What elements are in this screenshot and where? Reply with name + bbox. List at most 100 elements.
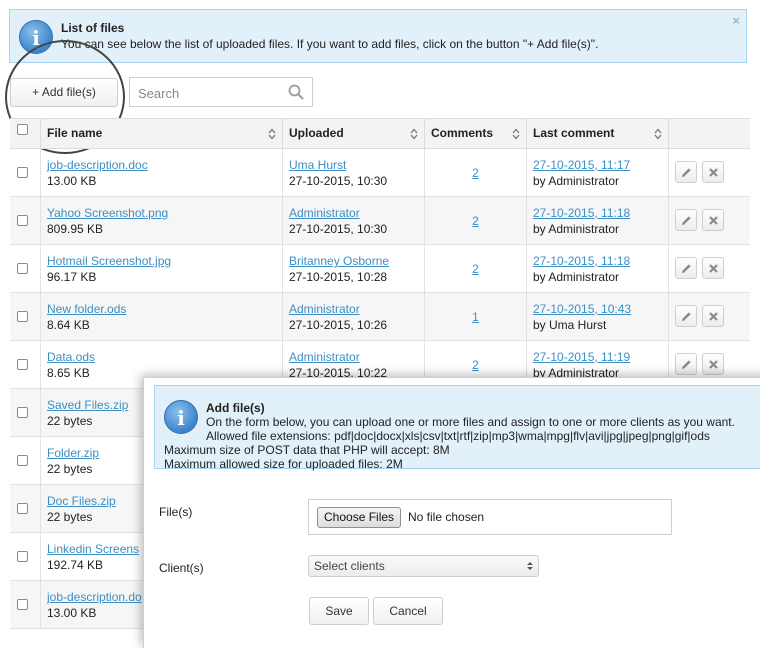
upload-date: 27-10-2015, 10:28	[289, 270, 388, 284]
column-header-actions	[669, 119, 750, 148]
uploaded-cell: Britanney Osborne 27-10-2015, 10:28	[283, 245, 425, 292]
row-checkbox[interactable]	[17, 359, 28, 370]
column-header-uploaded[interactable]: Uploaded	[283, 119, 425, 148]
row-checkbox[interactable]	[17, 215, 28, 226]
file-size: 22 bytes	[47, 510, 93, 524]
modal-info-line: Maximum size of POST data that PHP will …	[164, 443, 450, 457]
edit-button[interactable]	[675, 305, 697, 327]
uploader-link[interactable]: Britanney Osborne	[289, 254, 389, 268]
delete-button[interactable]	[702, 257, 724, 279]
row-checkbox[interactable]	[17, 551, 28, 562]
comments-count-link[interactable]: 1	[425, 310, 526, 324]
row-checkbox[interactable]	[17, 407, 28, 418]
last-comment-author: by Administrator	[533, 270, 620, 284]
file-size: 809.95 KB	[47, 222, 104, 236]
comments-cell: 2	[425, 149, 527, 196]
row-checkbox[interactable]	[17, 167, 28, 178]
pencil-icon	[682, 360, 691, 369]
clients-select[interactable]: Select clients	[308, 555, 539, 577]
column-label: File name	[47, 126, 103, 140]
save-button[interactable]: Save	[309, 597, 369, 625]
delete-x-icon	[709, 168, 718, 177]
upload-date: 27-10-2015, 10:30	[289, 174, 388, 188]
file-input[interactable]: Choose Files No file chosen	[308, 499, 672, 535]
no-file-text: No file chosen	[408, 510, 485, 524]
row-checkbox[interactable]	[17, 311, 28, 322]
info-banner: i List of files You can see below the li…	[9, 9, 747, 63]
column-label: Uploaded	[289, 126, 344, 140]
row-checkbox[interactable]	[17, 503, 28, 514]
last-comment-date-link[interactable]: 27-10-2015, 10:43	[533, 302, 631, 316]
file-name-link[interactable]: Folder.zip	[47, 446, 99, 460]
table-row: Hotmail Screenshot.jpg 96.17 KB Britanney …	[10, 245, 750, 293]
file-name-link[interactable]: Saved Files.zip	[47, 398, 128, 412]
file-name-link[interactable]: Linkedin Screens	[47, 542, 139, 556]
file-size: 8.65 KB	[47, 366, 90, 380]
file-name-link[interactable]: New folder.ods	[47, 302, 126, 316]
select-arrows-icon	[527, 562, 533, 570]
last-comment-cell: 27-10-2015, 11:18 by Administrator	[527, 197, 669, 244]
clients-label: Client(s)	[159, 561, 204, 575]
column-header-comments[interactable]: Comments	[425, 119, 527, 148]
edit-button[interactable]	[675, 353, 697, 375]
banner-title: List of files	[61, 21, 125, 35]
edit-button[interactable]	[675, 209, 697, 231]
info-icon: i	[19, 20, 53, 54]
file-name-link[interactable]: Doc Files.zip	[47, 494, 116, 508]
comments-cell: 2	[425, 197, 527, 244]
comments-count-link[interactable]: 2	[425, 262, 526, 276]
row-checkbox[interactable]	[17, 263, 28, 274]
row-select-cell	[10, 149, 41, 196]
close-icon[interactable]: ×	[732, 13, 740, 28]
row-checkbox[interactable]	[17, 455, 28, 466]
actions-cell	[669, 197, 750, 244]
edit-button[interactable]	[675, 161, 697, 183]
file-name-link[interactable]: Yahoo Screenshot.png	[47, 206, 168, 220]
row-select-cell	[10, 581, 41, 628]
file-name-link[interactable]: job-description.doc	[47, 158, 148, 172]
file-name-link[interactable]: Data.ods	[47, 350, 95, 364]
select-all-checkbox[interactable]	[17, 124, 28, 135]
uploaded-cell: Uma Hurst 27-10-2015, 10:30	[283, 149, 425, 196]
last-comment-cell: 27-10-2015, 11:18 by Administrator	[527, 245, 669, 292]
edit-button[interactable]	[675, 257, 697, 279]
file-name-link[interactable]: Hotmail Screenshot.jpg	[47, 254, 171, 268]
file-size: 192.74 KB	[47, 558, 104, 572]
delete-button[interactable]	[702, 305, 724, 327]
add-files-button[interactable]: + Add file(s)	[10, 78, 118, 107]
last-comment-date-link[interactable]: 27-10-2015, 11:18	[533, 254, 630, 268]
column-header-file-name[interactable]: File name	[41, 119, 283, 148]
pencil-icon	[682, 168, 691, 177]
comments-count-link[interactable]: 2	[425, 214, 526, 228]
file-size: 22 bytes	[47, 462, 93, 476]
row-checkbox[interactable]	[17, 599, 28, 610]
upload-date: 27-10-2015, 10:30	[289, 222, 388, 236]
file-name-link[interactable]: job-description.do	[47, 590, 142, 604]
uploader-link[interactable]: Uma Hurst	[289, 158, 346, 172]
uploaded-cell: Administrator 27-10-2015, 10:26	[283, 293, 425, 340]
file-name-cell: New folder.ods 8.64 KB	[41, 293, 283, 340]
delete-x-icon	[709, 216, 718, 225]
uploader-link[interactable]: Administrator	[289, 350, 360, 364]
comments-count-link[interactable]: 2	[425, 166, 526, 180]
comments-count-link[interactable]: 2	[425, 358, 526, 372]
search-icon[interactable]	[288, 84, 304, 100]
delete-button[interactable]	[702, 161, 724, 183]
last-comment-date-link[interactable]: 27-10-2015, 11:19	[533, 350, 630, 364]
uploader-link[interactable]: Administrator	[289, 302, 360, 316]
actions-cell	[669, 149, 750, 196]
last-comment-date-link[interactable]: 27-10-2015, 11:18	[533, 206, 630, 220]
modal-title: Add file(s)	[206, 401, 265, 415]
sort-icon	[654, 128, 662, 140]
delete-button[interactable]	[702, 353, 724, 375]
delete-button[interactable]	[702, 209, 724, 231]
choose-files-button[interactable]: Choose Files	[317, 507, 402, 528]
upload-date: 27-10-2015, 10:26	[289, 318, 388, 332]
cancel-button[interactable]: Cancel	[373, 597, 443, 625]
uploader-link[interactable]: Administrator	[289, 206, 360, 220]
column-header-last-comment[interactable]: Last comment	[527, 119, 669, 148]
search-input[interactable]	[136, 83, 285, 103]
sort-icon	[268, 128, 276, 140]
search-box[interactable]	[129, 77, 313, 107]
last-comment-date-link[interactable]: 27-10-2015, 11:17	[533, 158, 630, 172]
